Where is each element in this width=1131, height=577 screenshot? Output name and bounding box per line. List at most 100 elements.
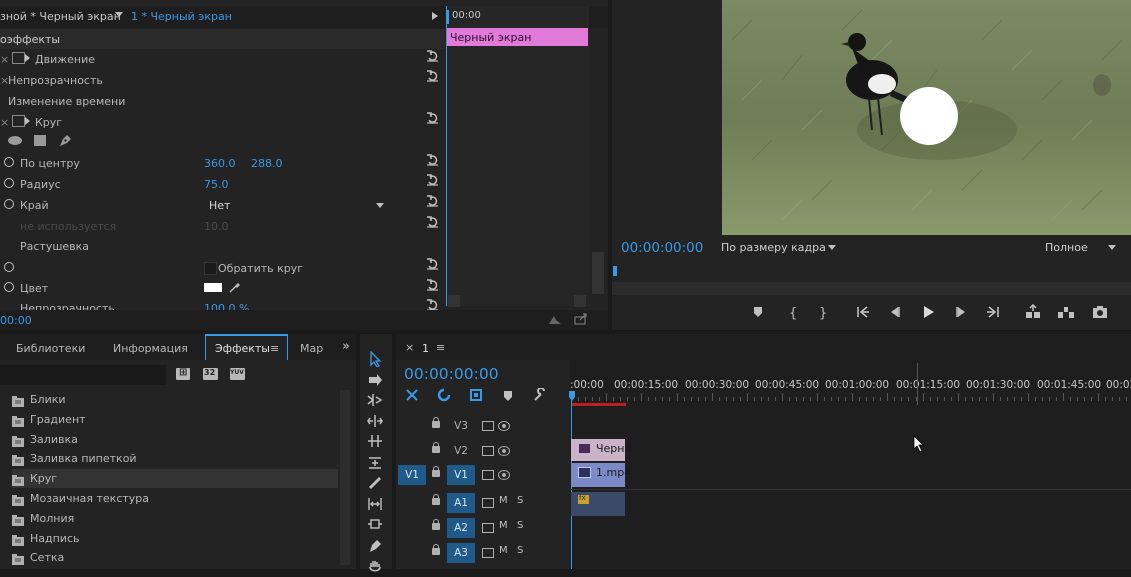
slide-tool-alt-icon[interactable] [367,516,383,532]
new-bin-icon[interactable]: ⊞ [176,367,190,380]
effects-search-input[interactable] [0,365,166,385]
snap-icon[interactable] [405,388,419,402]
effect-folder-item[interactable]: Блики [12,390,338,409]
slip-tool-icon[interactable] [367,455,383,471]
reset-parameter-icon[interactable] [426,216,440,228]
linked-selection-icon[interactable] [437,388,451,402]
eye-icon[interactable] [498,446,510,456]
lock-icon[interactable] [432,466,440,477]
motion-fx-icon[interactable] [12,52,25,64]
effect-folder-item[interactable]: Заливка [12,430,338,449]
video-frame[interactable] [722,0,1131,235]
mark-in-icon[interactable]: { [784,304,800,321]
effect-folder-item[interactable]: Мозаичная текстура [12,489,338,508]
motion-expand-icon[interactable] [25,54,30,62]
lock-icon[interactable] [432,544,440,555]
play-icon[interactable] [432,12,438,20]
mini-scroll-right[interactable] [574,295,586,307]
slide-tool-icon[interactable] [367,496,383,512]
solo-button[interactable]: S [517,520,523,531]
sync-lock-icon[interactable] [482,548,494,558]
sequence-tab-label[interactable]: 1 [422,342,429,355]
mute-button[interactable]: M [499,520,508,531]
go-to-out-icon[interactable] [985,304,1001,320]
reset-parameter-icon[interactable] [426,50,440,62]
selection-tool-icon[interactable] [367,350,383,368]
clip-black-video[interactable]: Черны [571,439,633,461]
marker-icon[interactable] [750,304,766,320]
radius-value[interactable]: 75.0 [204,178,229,191]
sync-lock-icon[interactable] [482,523,494,533]
mini-scroll-left[interactable] [448,295,460,307]
reset-parameter-icon[interactable] [426,112,440,124]
fx-icon[interactable]: × [0,116,9,129]
tab-effects[interactable]: Эффекты [215,342,270,355]
lock-icon[interactable] [432,494,440,505]
source-tab[interactable]: зной * Черный экран [0,10,121,23]
rate-stretch-tool-icon[interactable] [367,433,383,449]
tab-info[interactable]: Информация [113,342,188,355]
sync-lock-icon[interactable] [482,498,494,508]
lift-icon[interactable] [1025,303,1041,320]
eye-icon[interactable] [498,421,510,431]
track-target-a3[interactable]: A3 [447,543,475,563]
monitor-playhead[interactable] [613,266,617,276]
quality-dropdown[interactable]: Полное [1045,241,1123,257]
overflow-chevron-icon[interactable]: » [342,339,350,354]
effect-folder-item[interactable]: Сетка [12,548,338,567]
lock-icon[interactable] [432,442,440,453]
close-icon[interactable]: × [405,341,414,354]
hand-tool-icon[interactable] [367,558,383,574]
track-target-v1[interactable]: V1 [447,465,475,485]
track-target-a1[interactable]: A1 [447,493,475,513]
yuv-filter-icon[interactable]: YUV [230,368,245,380]
filter-playback-icon[interactable] [548,314,562,326]
sequence-tab[interactable]: 1 * Черный экран [131,10,232,23]
center-x-value[interactable]: 360.0 [204,157,236,170]
fx-icon[interactable]: × [0,53,9,66]
clip-audio[interactable]: fx [571,492,625,516]
fit-dropdown[interactable]: По размеру кадра [721,241,841,257]
timeline-timecode[interactable]: 00:00:00:00 [404,365,499,383]
sync-lock-icon[interactable] [482,446,494,456]
center-y-value[interactable]: 288.0 [251,157,283,170]
mute-button[interactable]: M [499,495,508,506]
eyedropper-icon[interactable] [229,281,241,293]
source-patch-v1[interactable]: V1 [398,465,426,485]
razor-tool-icon[interactable] [367,475,383,491]
export-icon[interactable] [574,313,588,325]
tab-libraries[interactable]: Библиотеки [16,342,85,355]
camera-icon[interactable] [1092,304,1108,320]
monitor-ruler[interactable] [612,266,1131,280]
rolling-edit-tool-icon[interactable] [367,413,383,429]
vertical-scrollbar[interactable] [592,252,604,294]
mute-button[interactable]: M [499,545,508,556]
playhead-marker[interactable] [446,10,449,24]
clip-video-1mp4[interactable]: 1.mp4 [571,463,631,487]
pen-mask-icon[interactable] [58,133,73,148]
reset-parameter-icon[interactable] [426,258,440,270]
tab-menu-icon[interactable]: ≡ [270,342,279,355]
reset-parameter-icon[interactable] [426,174,440,186]
effect-folder-item[interactable]: Молния [12,509,338,528]
effects-scrollbar[interactable] [340,390,350,565]
rectangle-mask-icon[interactable] [34,135,46,146]
mark-out-icon[interactable]: } [814,304,830,321]
go-to-in-icon[interactable] [855,304,871,320]
step-back-icon[interactable] [887,304,903,320]
wrench-icon[interactable] [533,387,547,402]
program-timecode[interactable]: 00:00:00:00 [621,240,703,256]
lock-icon[interactable] [432,519,440,530]
mini-timeline-clip[interactable]: Черный экран [447,28,588,46]
reset-parameter-icon[interactable] [426,154,440,166]
track-target-v2[interactable]: V2 [447,441,475,461]
chevron-down-icon[interactable] [115,12,123,17]
reset-parameter-icon[interactable] [426,279,440,291]
stopwatch-icon[interactable] [4,262,14,272]
eye-icon[interactable] [498,470,510,480]
color-swatch[interactable] [204,283,222,292]
track-target-a2[interactable]: A2 [447,518,475,538]
stopwatch-icon[interactable] [4,199,14,209]
lock-icon[interactable] [432,417,440,428]
monitor-zoom-bar[interactable] [612,282,1131,295]
